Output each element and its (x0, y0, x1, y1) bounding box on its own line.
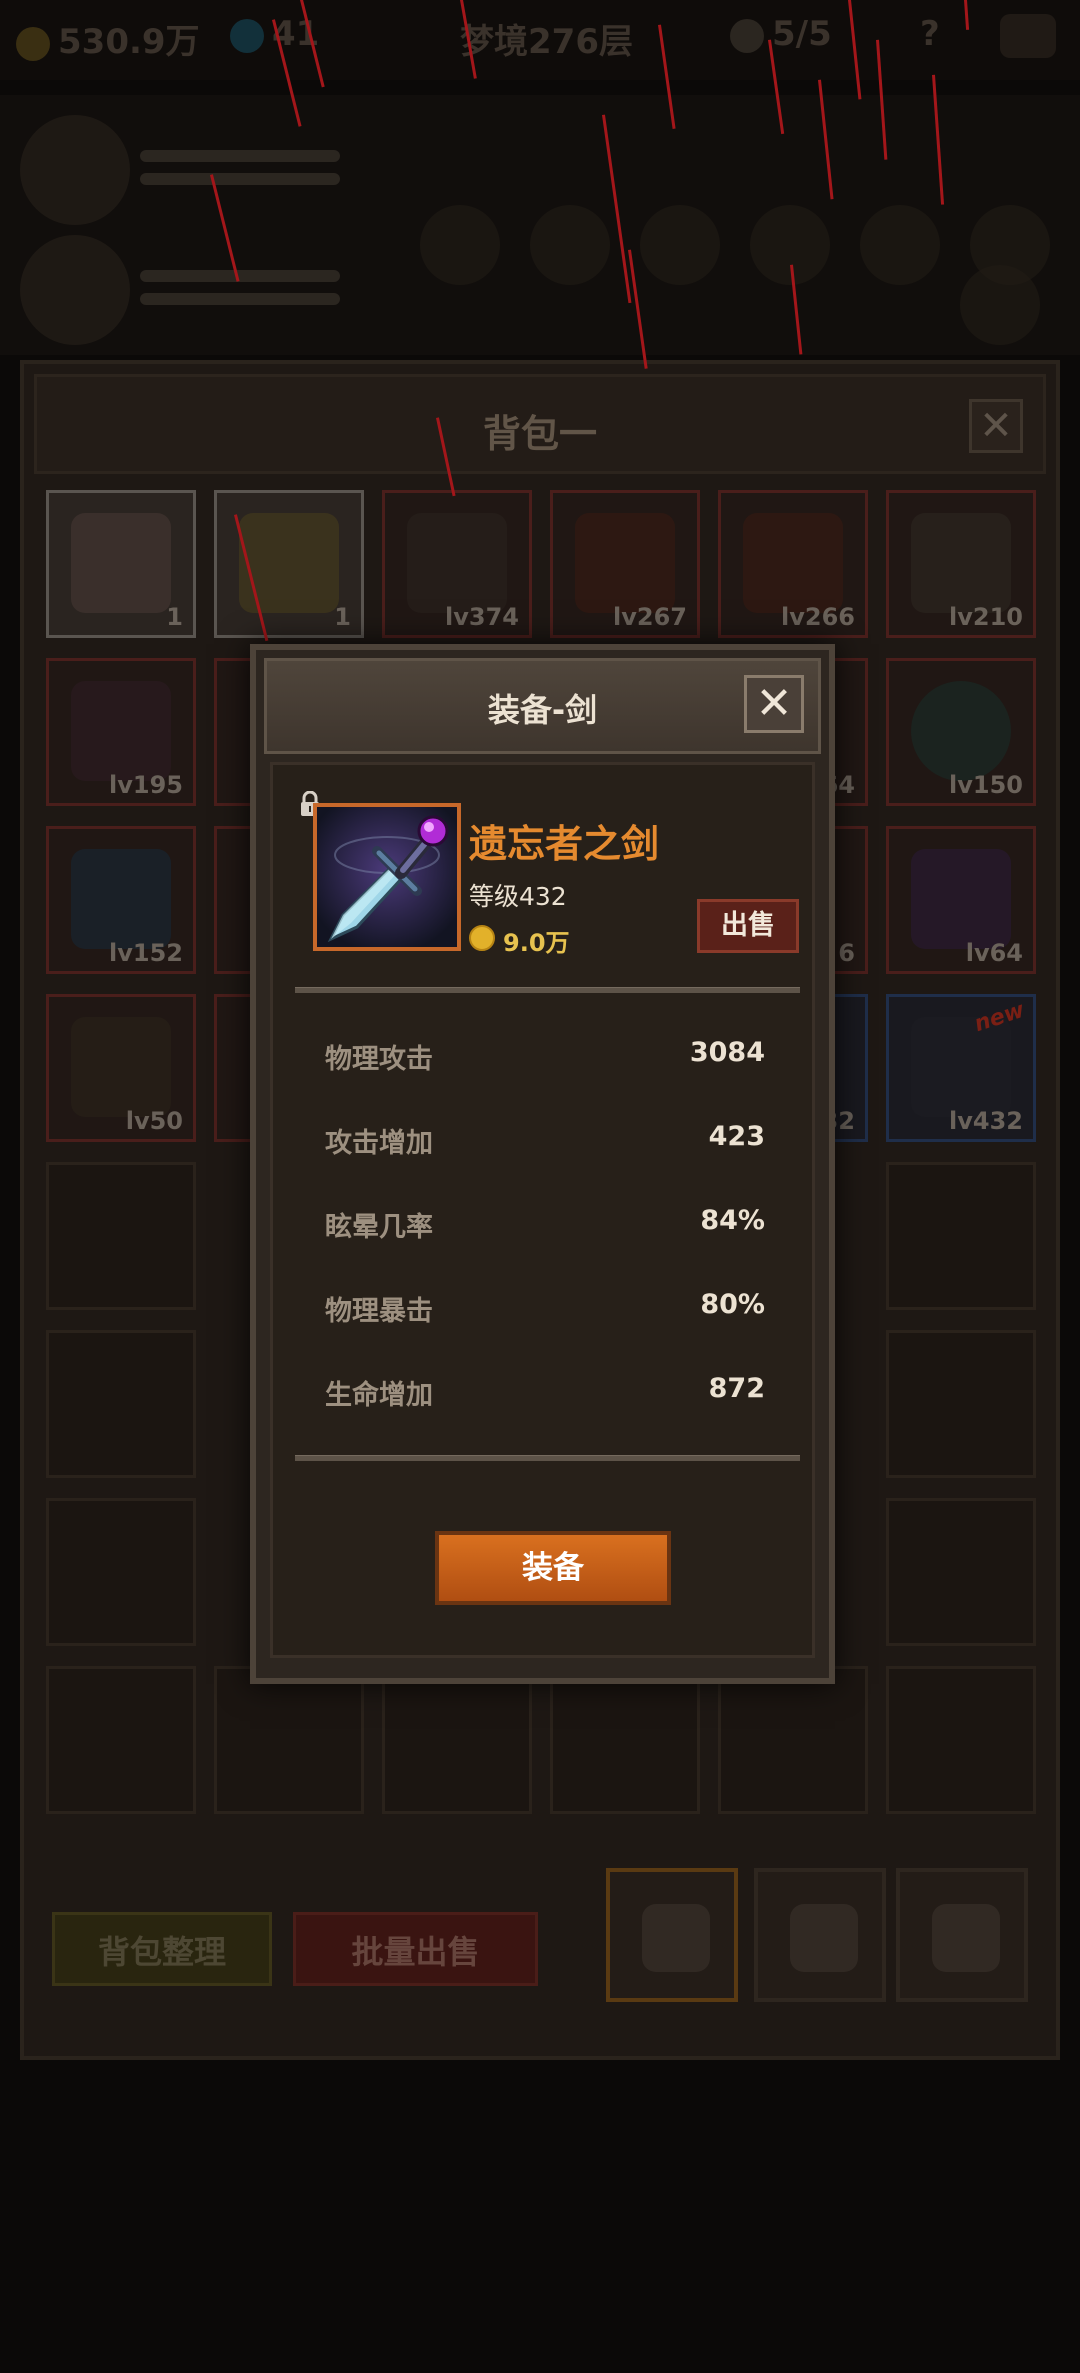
modal-title: 装备-剑 (487, 691, 598, 729)
pet-avatar[interactable] (20, 235, 130, 345)
bag-slot-empty[interactable] (886, 1330, 1036, 1478)
equip-slot-weapon[interactable] (640, 205, 720, 285)
bag-close-button[interactable]: ✕ (969, 399, 1023, 453)
crossbow-icon (911, 1017, 1011, 1117)
stat-value: 3084 (689, 1037, 765, 1068)
equip-slot-helmet[interactable] (420, 205, 500, 285)
cake-icon (71, 513, 171, 613)
backpack-icon (790, 1904, 858, 1972)
stat-row: 攻击增加 423 (325, 1121, 765, 1161)
bag-slot-empty[interactable] (46, 1162, 196, 1310)
divider (295, 987, 800, 993)
hero-status-area (0, 95, 1080, 355)
bag-slot[interactable]: lv64 (886, 826, 1036, 974)
stat-label: 生命增加 (325, 1380, 433, 1411)
bag-tab-1[interactable] (606, 1868, 738, 2002)
bag-slot[interactable]: new lv432 (886, 994, 1036, 1142)
cape-icon (575, 513, 675, 613)
modal-body: 遗忘者之剑 等级432 9.0万 出售 物理攻击 3084 攻击增加 423 眩… (270, 762, 815, 1658)
stat-label: 眩晕几率 (325, 1212, 433, 1243)
item-name: 遗忘者之剑 (469, 822, 660, 866)
equip-button[interactable]: 装备 (435, 1531, 671, 1605)
modal-header: 装备-剑 ✕ (264, 658, 821, 754)
boots-icon (71, 681, 171, 781)
bag-tab-3[interactable] (896, 1868, 1028, 2002)
bag-tab-2[interactable] (754, 1868, 886, 2002)
bag-slot[interactable]: lv50 (46, 994, 196, 1142)
gold-counter: 530.9万 (16, 14, 200, 63)
amulet-icon (911, 849, 1011, 949)
bag-slot-empty[interactable] (214, 1666, 364, 1814)
top-hud: 530.9万 41 梦境276层 5/5 ? (0, 0, 1080, 80)
bag-slot[interactable]: lv267 (550, 490, 700, 638)
gold-coin-icon (469, 925, 495, 951)
stat-label: 物理暴击 (325, 1296, 433, 1327)
bag-slot-empty[interactable] (550, 1666, 700, 1814)
bag-slot[interactable]: lv150 (886, 658, 1036, 806)
bag-slot[interactable]: lv195 (46, 658, 196, 806)
stat-value: 84% (700, 1205, 765, 1236)
bag-slot[interactable]: lv374 (382, 490, 532, 638)
bag-slot-empty[interactable] (46, 1498, 196, 1646)
stat-row: 物理攻击 3084 (325, 1037, 765, 1077)
pet-mp-bar (140, 293, 340, 305)
axe-shield-icon (71, 849, 171, 949)
bag-slot-empty[interactable] (382, 1666, 532, 1814)
bag-slot[interactable]: lv152 (46, 826, 196, 974)
hero-avatar[interactable] (20, 115, 130, 225)
bag-slot-empty[interactable] (718, 1666, 868, 1814)
gold-coin-icon (16, 26, 50, 61)
stat-value: 872 (708, 1373, 765, 1404)
backpack-icon (932, 1904, 1000, 1972)
gem-icon (230, 18, 264, 53)
key-counter: 5/5 (730, 14, 832, 54)
bag-slot[interactable]: lv266 (718, 490, 868, 638)
cape-icon (743, 513, 843, 613)
gauntlet-icon (71, 1017, 171, 1117)
mp-bar (140, 173, 340, 185)
bag-slot[interactable]: 1 (214, 490, 364, 638)
item-sell-price: 9.0万 (503, 929, 570, 957)
stat-row: 眩晕几率 84% (325, 1205, 765, 1245)
batch-sell-button[interactable]: 批量出售 (293, 1912, 538, 1986)
item-level: 等级432 (469, 882, 567, 911)
bag-slot[interactable]: lv210 (886, 490, 1036, 638)
bag-slot-empty[interactable] (46, 1330, 196, 1478)
crossbow-icon (407, 513, 507, 613)
stat-row: 物理暴击 80% (325, 1289, 765, 1329)
bag-slot-empty[interactable] (46, 1666, 196, 1814)
stat-value: 423 (708, 1121, 765, 1152)
help-button[interactable]: ? (920, 14, 940, 54)
equip-slot-amulet[interactable] (960, 265, 1040, 345)
stat-label: 物理攻击 (325, 1044, 433, 1075)
item-detail-modal: 装备-剑 ✕ 遗忘者之剑 等级432 9.0万 出售 物理攻击 3084 攻击增… (250, 644, 835, 1684)
dungeon-floor: 梦境276层 (460, 22, 633, 62)
divider (295, 1455, 800, 1461)
sort-bag-button[interactable]: 背包整理 (52, 1912, 272, 1986)
bag-slot[interactable]: 1 (46, 490, 196, 638)
sell-button[interactable]: 出售 (697, 899, 799, 953)
key-icon (730, 18, 764, 53)
stat-label: 攻击增加 (325, 1128, 433, 1159)
stat-row: 生命增加 872 (325, 1373, 765, 1413)
stat-value: 80% (700, 1289, 765, 1320)
backpack-icon (642, 1904, 710, 1972)
modal-close-button[interactable]: ✕ (744, 675, 804, 733)
equip-slot-armor[interactable] (530, 205, 610, 285)
item-icon-frame (313, 803, 461, 951)
sword-icon (317, 807, 457, 947)
bag-slot-empty[interactable] (886, 1666, 1036, 1814)
bag-header: 背包一 ✕ (34, 374, 1046, 474)
orb-icon (911, 681, 1011, 781)
bag-title: 背包一 (482, 412, 597, 456)
settings-icon[interactable] (1000, 14, 1056, 58)
pet-hp-bar (140, 270, 340, 282)
hp-bar (140, 150, 340, 162)
equip-slot-ring[interactable] (860, 205, 940, 285)
dagger-icon (911, 513, 1011, 613)
bag-slot-empty[interactable] (886, 1498, 1036, 1646)
bag-slot-empty[interactable] (886, 1162, 1036, 1310)
